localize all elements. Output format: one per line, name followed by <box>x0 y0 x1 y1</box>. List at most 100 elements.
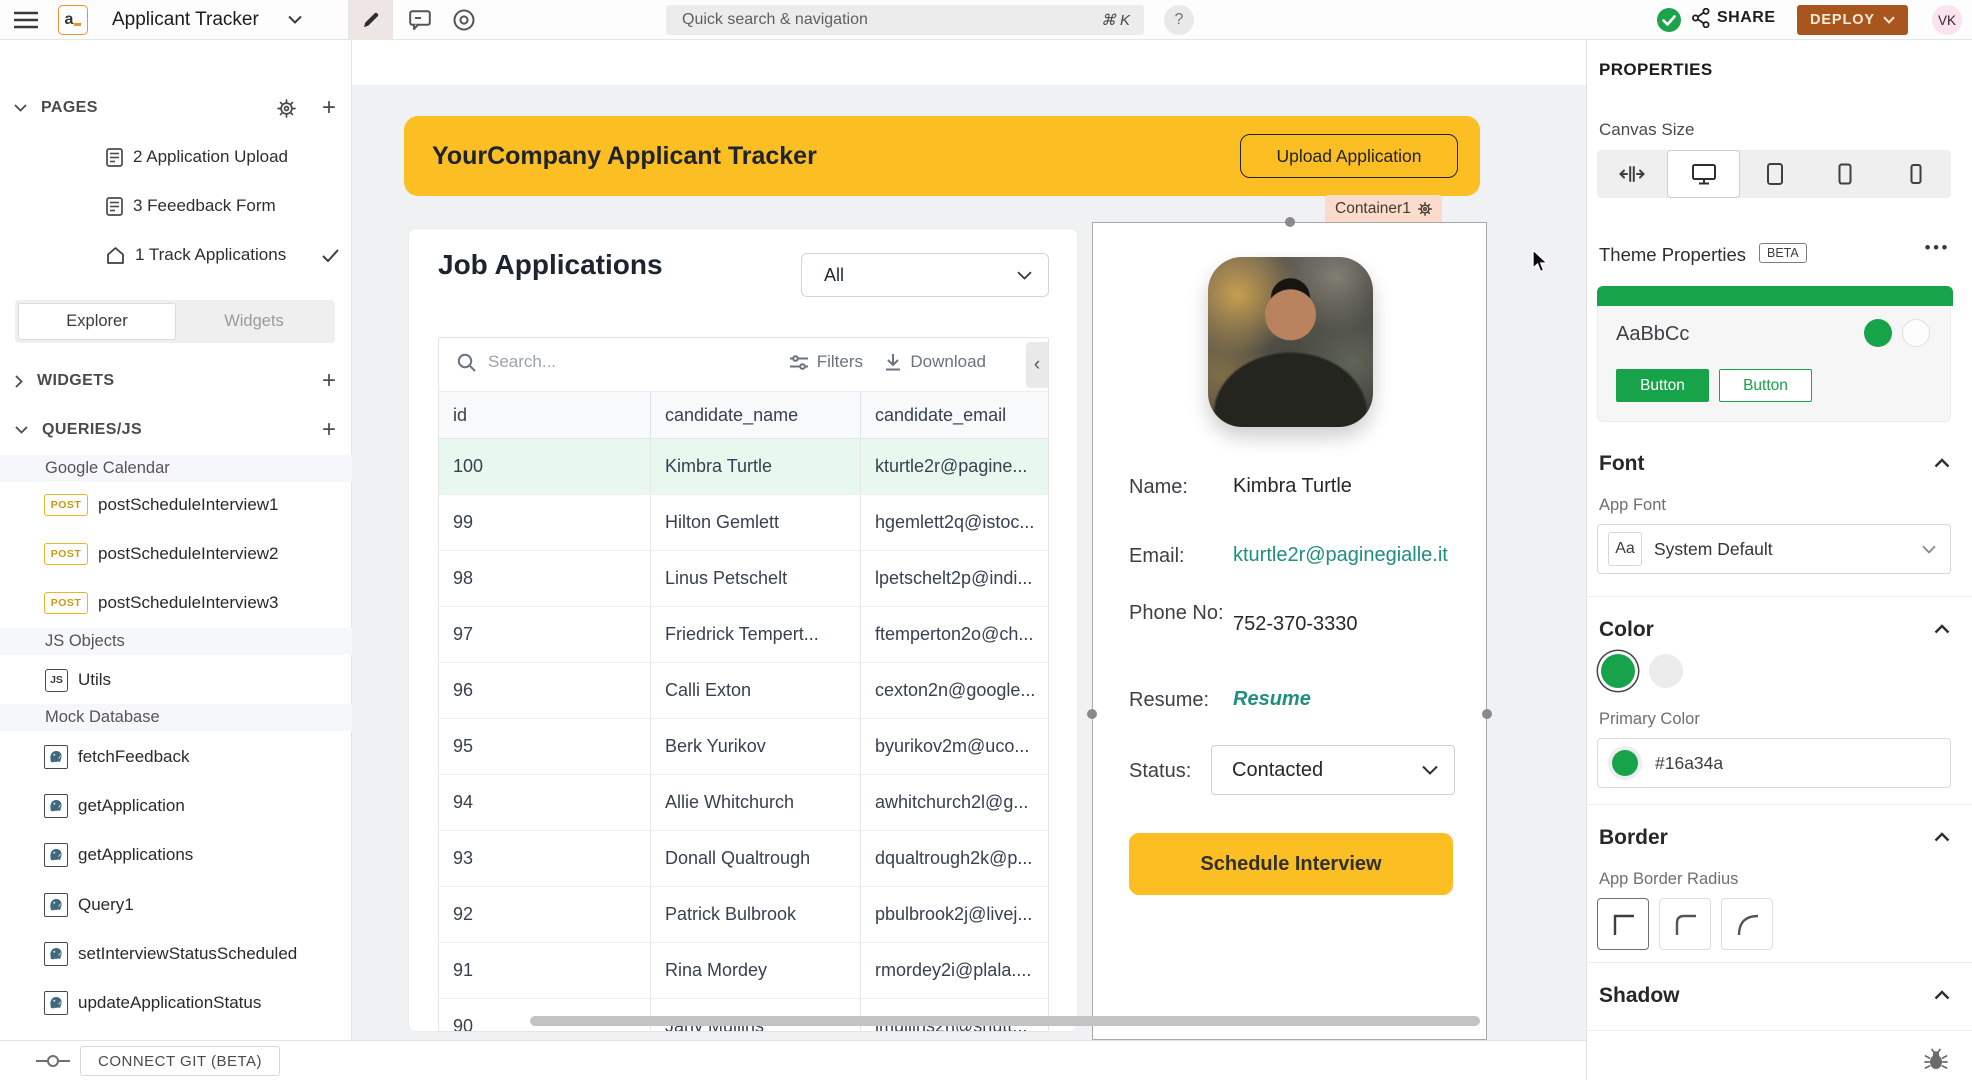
theme-menu-button[interactable]: ••• <box>1925 238 1950 258</box>
share-label: SHARE <box>1717 9 1776 27</box>
table-download-button[interactable]: Download <box>884 352 986 372</box>
shadow-section-header[interactable]: Shadow <box>1599 984 1680 1008</box>
table-row[interactable]: 97 Friedrick Tempert... ftemperton2o@ch.… <box>439 607 1048 663</box>
cell-name: Hilton Gemlett <box>650 495 860 550</box>
table-row[interactable]: 93 Donall Qualtrough dqualtrough2k@p... <box>439 831 1048 887</box>
query-post-schedule-interview-2[interactable]: POST postScheduleInterview2 <box>0 539 352 569</box>
queries-section-row[interactable]: QUERIES/JS + <box>0 417 352 443</box>
app-font-select[interactable]: Aa System Default <box>1597 524 1951 574</box>
status-filter-select[interactable]: All <box>801 253 1049 297</box>
status-select[interactable]: Contacted <box>1211 745 1455 795</box>
tab-widgets[interactable]: Widgets <box>176 303 332 340</box>
pages-chevron-down-icon[interactable] <box>14 104 27 112</box>
column-header-candidate-email[interactable]: candidate_email <box>860 392 1048 438</box>
app-name-chevron-down-icon[interactable] <box>288 15 302 24</box>
add-query-plus-button[interactable]: + <box>322 418 336 442</box>
query-update-application-status[interactable]: updateApplicationStatus <box>0 988 352 1018</box>
table-row[interactable]: 92 Patrick Bulbrook pbulbrook2j@livej... <box>439 887 1048 943</box>
table-row[interactable]: 94 Allie Whitchurch awhitchurch2l@g... <box>439 775 1048 831</box>
color-swatch-light[interactable] <box>1649 654 1683 688</box>
theme-properties-label: Theme Properties <box>1599 244 1746 266</box>
pages-gear-icon[interactable] <box>277 99 296 118</box>
resume-link[interactable]: Resume <box>1233 688 1311 711</box>
cell-name: Calli Exton <box>650 663 860 718</box>
font-section-header[interactable]: Font <box>1599 452 1644 476</box>
query-get-application[interactable]: getApplication <box>0 791 352 821</box>
column-header-candidate-name[interactable]: candidate_name <box>650 392 860 438</box>
schedule-interview-button[interactable]: Schedule Interview <box>1129 833 1453 895</box>
table-row[interactable]: 96 Calli Exton cexton2n@google... <box>439 663 1048 719</box>
canvas-size-tablet-icon[interactable] <box>1740 150 1810 198</box>
table-row[interactable]: 99 Hilton Gemlett hgemlett2q@istoc... <box>439 495 1048 551</box>
edit-mode-pencil-icon[interactable] <box>349 0 393 40</box>
quick-search-input[interactable]: Quick search & navigation ⌘ K <box>666 5 1144 35</box>
border-collapse-chevron-up-icon[interactable] <box>1934 832 1950 842</box>
group-mock-database[interactable]: Mock Database <box>0 704 352 731</box>
theme-button-filled: Button <box>1616 369 1709 402</box>
app-logo-icon[interactable]: a <box>58 5 88 35</box>
canvas-size-fluid-icon[interactable] <box>1597 150 1667 198</box>
canvas-size-mobile-large-icon[interactable] <box>1810 150 1880 198</box>
user-avatar[interactable]: VK <box>1932 5 1962 35</box>
postgres-icon <box>44 745 68 769</box>
color-section-header[interactable]: Color <box>1599 618 1654 642</box>
query-query1[interactable]: Query1 <box>0 890 352 920</box>
app-header-banner[interactable]: YourCompany Applicant Tracker Upload App… <box>404 116 1480 196</box>
app-name[interactable]: Applicant Tracker <box>112 9 259 31</box>
column-header-id[interactable]: id <box>439 392 650 438</box>
add-page-button[interactable]: + <box>322 96 336 120</box>
email-link[interactable]: kturtle2r@paginegialle.it <box>1233 544 1448 567</box>
query-get-applications[interactable]: getApplications <box>0 840 352 870</box>
add-widget-button[interactable]: + <box>322 369 336 393</box>
query-fetch-feedback[interactable]: fetchFeedback <box>0 742 352 772</box>
table-search-input[interactable]: Search... <box>457 352 556 372</box>
canvas-size-desktop-icon[interactable] <box>1667 150 1739 198</box>
debug-bug-icon[interactable] <box>1924 1048 1948 1072</box>
js-object-utils[interactable]: JS Utils <box>0 665 352 695</box>
canvas-horizontal-scrollbar[interactable] <box>530 1016 1480 1026</box>
comments-icon[interactable] <box>398 0 442 40</box>
table-filters-button[interactable]: Filters <box>789 352 863 372</box>
group-google-calendar[interactable]: Google Calendar <box>0 455 352 482</box>
cell-email: dqualtrough2k@p... <box>860 831 1048 886</box>
query-post-schedule-interview-1[interactable]: POST postScheduleInterview1 <box>0 490 352 520</box>
candidate-detail-container[interactable]: Name: Kimbra Turtle Email: kturtle2r@pag… <box>1092 222 1487 1040</box>
border-radius-medium-button[interactable] <box>1659 898 1711 950</box>
sidebar-page-application-upload[interactable]: 2 Application Upload <box>0 138 352 176</box>
help-button[interactable]: ? <box>1164 5 1194 35</box>
resize-handle-left[interactable] <box>1087 709 1097 719</box>
connect-git-button[interactable]: CONNECT GIT (BETA) <box>80 1046 280 1076</box>
table-row[interactable]: 98 Linus Petschelt lpetschelt2p@indi... <box>439 551 1048 607</box>
share-button[interactable]: SHARE <box>1692 8 1776 28</box>
table-collapse-button[interactable]: ‹ <box>1026 342 1048 388</box>
deploy-button[interactable]: DEPLOY <box>1797 5 1908 35</box>
border-radius-sharp-button[interactable] <box>1597 898 1649 950</box>
primary-color-input[interactable]: #16a34a <box>1597 738 1951 788</box>
postgres-icon <box>44 893 68 917</box>
widgets-section-row[interactable]: WIDGETS + <box>0 368 352 394</box>
table-row[interactable]: 95 Berk Yurikov byurikov2m@uco... <box>439 719 1048 775</box>
container1-widget-label[interactable]: Container1 <box>1325 195 1442 222</box>
color-collapse-chevron-up-icon[interactable] <box>1934 624 1950 634</box>
table-row[interactable]: 91 Rina Mordey rmordey2i@plala.... <box>439 943 1048 999</box>
table-row[interactable]: 100 Kimbra Turtle kturtle2r@pagine... <box>439 439 1048 495</box>
resize-handle-top[interactable] <box>1285 217 1295 227</box>
resize-handle-right[interactable] <box>1482 709 1492 719</box>
shadow-collapse-chevron-up-icon[interactable] <box>1934 990 1950 1000</box>
canvas-size-mobile-icon[interactable] <box>1881 150 1951 198</box>
view-mode-icon[interactable] <box>442 0 486 40</box>
border-radius-round-button[interactable] <box>1721 898 1773 950</box>
query-set-interview-status-scheduled[interactable]: setInterviewStatusScheduled <box>0 939 352 969</box>
queries-chevron-down-icon[interactable] <box>15 426 28 434</box>
font-collapse-chevron-up-icon[interactable] <box>1934 458 1950 468</box>
group-js-objects[interactable]: JS Objects <box>0 628 352 655</box>
query-post-schedule-interview-3[interactable]: POST postScheduleInterview3 <box>0 588 352 618</box>
upload-application-button[interactable]: Upload Application <box>1240 134 1458 178</box>
menu-icon[interactable] <box>14 11 38 29</box>
border-section-header[interactable]: Border <box>1599 826 1668 850</box>
tab-explorer[interactable]: Explorer <box>18 303 176 340</box>
sidebar-page-feedback-form[interactable]: 3 Feeedback Form <box>0 187 352 225</box>
sidebar-page-track-applications[interactable]: 1 Track Applications <box>0 236 352 274</box>
color-swatch-green[interactable] <box>1601 654 1635 688</box>
widgets-chevron-right-icon[interactable] <box>15 375 23 388</box>
